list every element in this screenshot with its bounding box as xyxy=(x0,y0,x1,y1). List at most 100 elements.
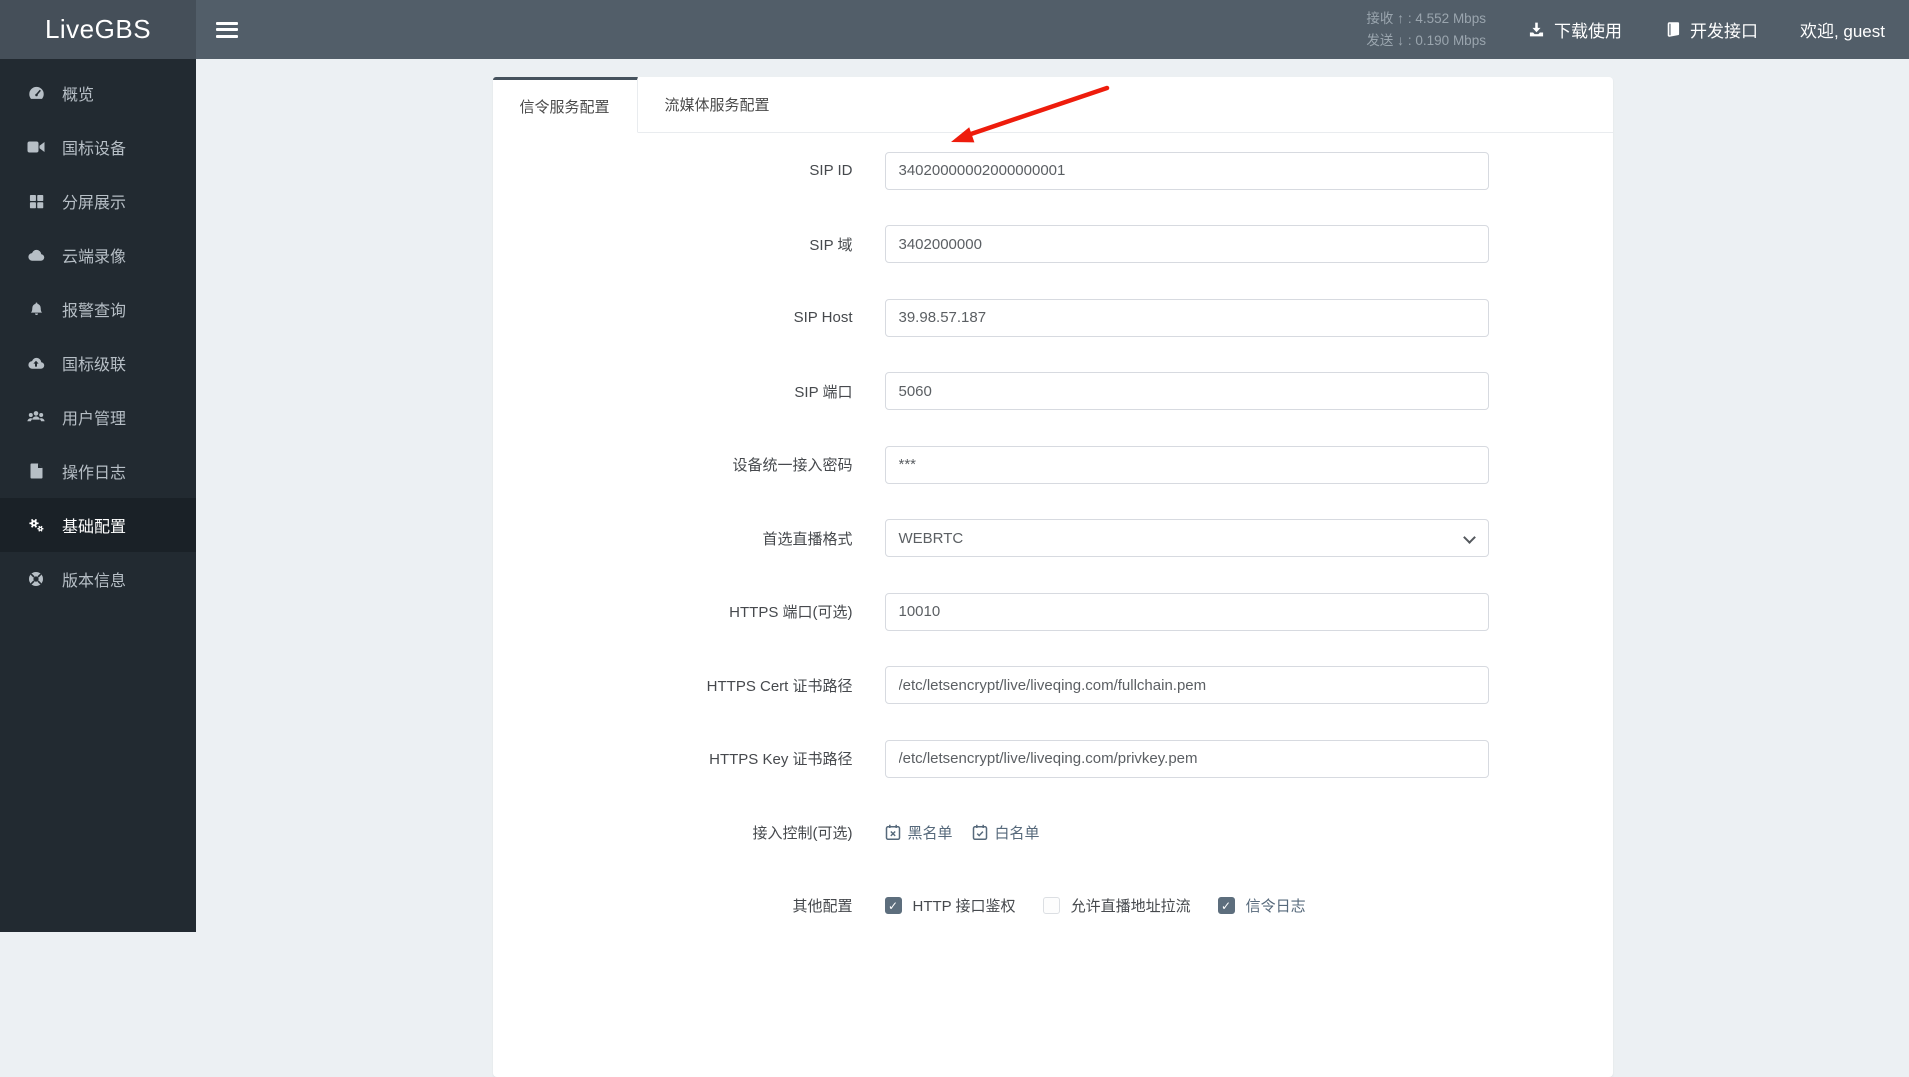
sidebar-item-alarm-query[interactable]: 报警查询 xyxy=(0,282,196,336)
access-control-label: 接入控制(可选) xyxy=(752,824,853,842)
settings-card: 信令服务配置流媒体服务配置 SIP ID SIP 域 SIP Host SIP 端口设… xyxy=(492,77,1613,1077)
sidebar-item-gb-cascade[interactable]: 国标级联 xyxy=(0,336,196,390)
http-api-auth-checkbox-label: HTTP 接口鉴权 xyxy=(912,898,1016,916)
sidebar-item-label: 基础配置 xyxy=(62,519,127,536)
users-icon xyxy=(27,410,45,425)
bell-icon xyxy=(27,301,45,317)
sip-host-label: SIP Host xyxy=(793,309,853,327)
preferred-live-format-label: 首选直播格式 xyxy=(762,530,853,548)
https-port-label: HTTPS 端口(可选) xyxy=(729,604,853,622)
sip-host-input[interactable] xyxy=(884,298,1489,337)
form-row-device-password: 设备统一接入密码 xyxy=(493,428,1613,502)
whitelist-link[interactable]: 白名单 xyxy=(972,822,1040,843)
sidebar-item-user-mgmt[interactable]: 用户管理 xyxy=(0,390,196,444)
app-logo[interactable]: LiveGBS xyxy=(0,0,196,59)
sidebar-item-cloud-record[interactable]: 云端录像 xyxy=(0,228,196,282)
sidebar-item-label: 概览 xyxy=(62,87,95,104)
other-config-checkboxes: HTTP 接口鉴权 允许直播地址拉流 信令日志 xyxy=(884,895,1306,916)
grid-icon xyxy=(27,194,45,209)
https-cert-path-label: HTTPS Cert 证书路径 xyxy=(706,677,853,695)
sidebar-item-label: 版本信息 xyxy=(62,573,127,590)
sip-domain-input[interactable] xyxy=(884,225,1489,264)
info-icon xyxy=(27,571,45,587)
http-api-auth-checkbox-box[interactable] xyxy=(884,897,902,915)
sip-port-label: SIP 端口 xyxy=(794,383,853,401)
calendar-x-icon xyxy=(885,824,901,841)
down-arrow-icon: ↓ xyxy=(1397,31,1405,48)
sidebar-item-label: 报警查询 xyxy=(62,303,127,320)
tab-signal-config[interactable]: 信令服务配置 xyxy=(492,77,638,133)
sidebar-item-label: 云端录像 xyxy=(62,249,127,266)
navbar-right: 接收 ↑ : 4.552 Mbps 发送 ↓ : 0.190 Mbps 下载使用 xyxy=(1366,8,1885,52)
download-link-label: 下载使用 xyxy=(1553,22,1622,41)
file-icon xyxy=(27,463,45,479)
recv-stat: 接收 ↑ : 4.552 Mbps xyxy=(1366,9,1486,26)
http-api-auth-checkbox[interactable]: HTTP 接口鉴权 xyxy=(884,895,1016,916)
form-row-preferred-live-format: 首选直播格式 WEBRTC xyxy=(493,502,1613,576)
sidebar-item-label: 用户管理 xyxy=(62,411,127,428)
sidebar-item-op-logs[interactable]: 操作日志 xyxy=(0,444,196,498)
tab-media-config[interactable]: 流媒体服务配置 xyxy=(638,77,797,132)
gears-icon xyxy=(27,517,45,533)
download-icon xyxy=(1528,21,1545,38)
api-docs-link-label: 开发接口 xyxy=(1689,22,1758,41)
sip-domain-label: SIP 域 xyxy=(809,236,853,254)
camera-icon xyxy=(27,140,45,154)
form-row-https-cert-path: HTTPS Cert 证书路径 xyxy=(493,649,1613,723)
https-key-path-label: HTTPS Key 证书路径 xyxy=(709,751,853,769)
sip-port-input[interactable] xyxy=(884,372,1489,411)
book-icon xyxy=(1664,21,1681,38)
sidebar-item-gb-devices[interactable]: 国标设备 xyxy=(0,120,196,174)
signal-log-checkbox[interactable]: 信令日志 xyxy=(1217,895,1306,916)
form-row-sip-host: SIP Host xyxy=(493,281,1613,355)
whitelist-link-label: 白名单 xyxy=(994,824,1040,842)
form-row-https-port: HTTPS 端口(可选) xyxy=(493,575,1613,649)
sip-id-input[interactable] xyxy=(884,151,1489,190)
preferred-live-format-selected-value: WEBRTC xyxy=(898,529,964,547)
up-arrow-icon: ↑ xyxy=(1397,9,1405,26)
top-navbar: LiveGBS 接收 ↑ : 4.552 Mbps 发送 ↓ : 0.190 M… xyxy=(0,0,1909,59)
sidebar-item-version-info[interactable]: 版本信息 xyxy=(0,552,196,606)
dashboard-icon xyxy=(27,86,45,101)
https-cert-path-input[interactable] xyxy=(884,666,1489,705)
https-port-input[interactable] xyxy=(884,592,1489,631)
preferred-live-format-select[interactable]: WEBRTC xyxy=(884,519,1489,558)
form-row-https-key-path: HTTPS Key 证书路径 xyxy=(493,722,1613,796)
navbar-main: 接收 ↑ : 4.552 Mbps 发送 ↓ : 0.190 Mbps 下载使用 xyxy=(196,0,1909,59)
sidebar-item-split-screen[interactable]: 分屏展示 xyxy=(0,174,196,228)
form-row-access-control: 接入控制(可选) 黑名单 白名单 xyxy=(493,796,1613,870)
signal-log-checkbox-box[interactable] xyxy=(1217,897,1235,915)
device-password-input[interactable] xyxy=(884,445,1489,484)
sidebar-item-label: 分屏展示 xyxy=(62,195,127,212)
download-link[interactable]: 下载使用 xyxy=(1528,17,1622,42)
main-content: 信令服务配置流媒体服务配置 SIP ID SIP 域 SIP Host SIP 端口设… xyxy=(196,59,1909,1077)
api-docs-link[interactable]: 开发接口 xyxy=(1664,17,1758,42)
network-stats: 接收 ↑ : 4.552 Mbps 发送 ↓ : 0.190 Mbps xyxy=(1366,8,1486,52)
sidebar-item-label: 操作日志 xyxy=(62,465,127,482)
allow-pull-checkbox[interactable]: 允许直播地址拉流 xyxy=(1042,895,1191,916)
cloud-upload-icon xyxy=(27,357,45,370)
allow-pull-checkbox-box[interactable] xyxy=(1042,897,1060,915)
access-control-links: 黑名单 白名单 xyxy=(885,822,1040,843)
other-config-label: 其他配置 xyxy=(792,898,853,916)
blacklist-link[interactable]: 黑名单 xyxy=(885,822,953,843)
sidebar: 概览国标设备分屏展示云端录像报警查询国标级联用户管理操作日志基础配置版本信息 xyxy=(0,59,196,932)
form-row-sip-id: SIP ID xyxy=(493,134,1613,208)
https-key-path-input[interactable] xyxy=(884,739,1489,778)
form-row-sip-port: SIP 端口 xyxy=(493,355,1613,429)
blacklist-link-label: 黑名单 xyxy=(907,824,953,842)
signal-config-form: SIP ID SIP 域 SIP Host SIP 端口设备统一接入密码首选直播格式 W… xyxy=(493,133,1613,943)
signal-log-checkbox-label: 信令日志 xyxy=(1245,898,1306,916)
device-password-label: 设备统一接入密码 xyxy=(732,457,853,475)
sidebar-item-label: 国标设备 xyxy=(62,141,127,158)
form-row-other-config: 其他配置 HTTP 接口鉴权 允许直播地址拉流 信令日志 xyxy=(493,869,1613,943)
sidebar-item-basic-config[interactable]: 基础配置 xyxy=(0,498,196,552)
user-greeting[interactable]: 欢迎, guest xyxy=(1800,17,1885,42)
calendar-check-icon xyxy=(972,824,988,841)
send-stat: 发送 ↓ : 0.190 Mbps xyxy=(1366,31,1486,48)
sidebar-toggle-icon[interactable] xyxy=(216,21,238,38)
form-row-sip-domain: SIP 域 xyxy=(493,208,1613,282)
sidebar-item-overview[interactable]: 概览 xyxy=(0,66,196,120)
sidebar-item-label: 国标级联 xyxy=(62,357,127,374)
allow-pull-checkbox-label: 允许直播地址拉流 xyxy=(1070,898,1191,916)
